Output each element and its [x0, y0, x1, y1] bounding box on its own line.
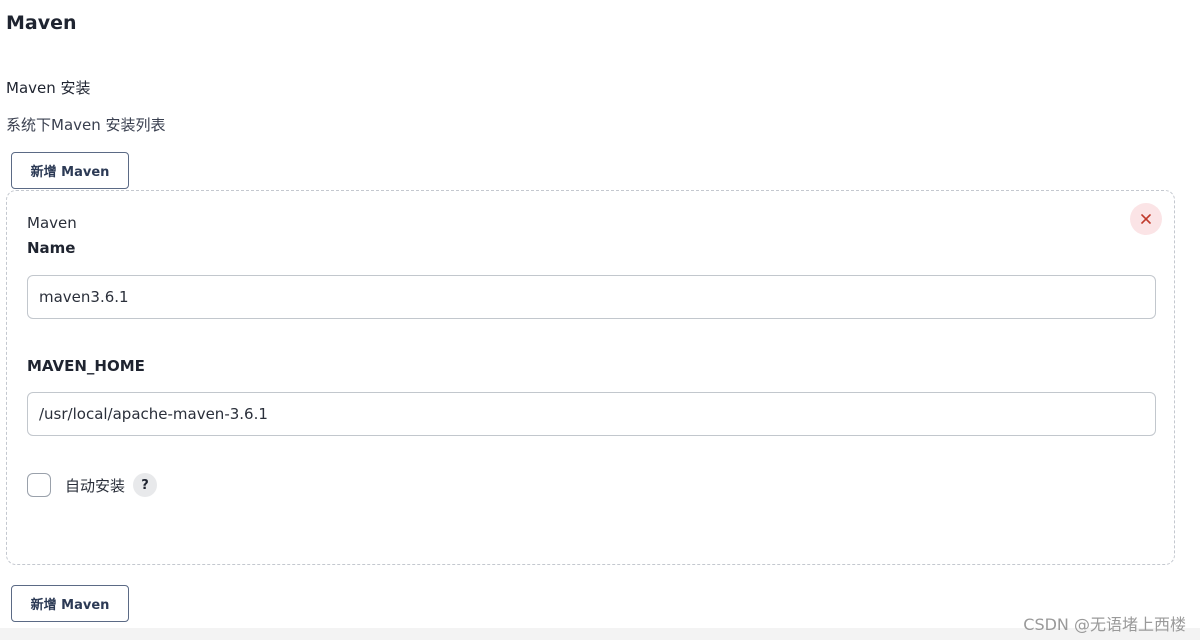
- maven-home-input[interactable]: [27, 392, 1156, 436]
- section-title: Maven: [6, 12, 77, 34]
- watermark: CSDN @无语堵上西楼: [1023, 615, 1186, 634]
- add-maven-button-bottom[interactable]: 新增 Maven: [11, 585, 129, 622]
- delete-installation-button[interactable]: [1130, 203, 1162, 235]
- auto-install-checkbox[interactable]: [27, 473, 51, 497]
- auto-install-row: 自动安装 ?: [27, 472, 158, 498]
- maven-home-label: MAVEN_HOME: [27, 357, 145, 375]
- maven-installation-item: Maven Name MAVEN_HOME 自动安装 ?: [6, 190, 1175, 565]
- page-bottom-band: [0, 628, 1200, 640]
- auto-install-label: 自动安装: [65, 476, 126, 495]
- name-input[interactable]: [27, 275, 1156, 319]
- maven-installations-label: Maven 安装: [6, 79, 91, 97]
- help-icon[interactable]: ?: [133, 473, 158, 497]
- maven-config-page: Maven Maven 安装 系统下Maven 安装列表 新增 Maven Ma…: [0, 0, 1200, 640]
- add-maven-button-top[interactable]: 新增 Maven: [11, 152, 129, 189]
- close-icon: [1140, 213, 1152, 225]
- installation-header: Maven: [27, 214, 77, 232]
- name-label: Name: [27, 239, 76, 257]
- maven-installations-description: 系统下Maven 安装列表: [6, 116, 166, 134]
